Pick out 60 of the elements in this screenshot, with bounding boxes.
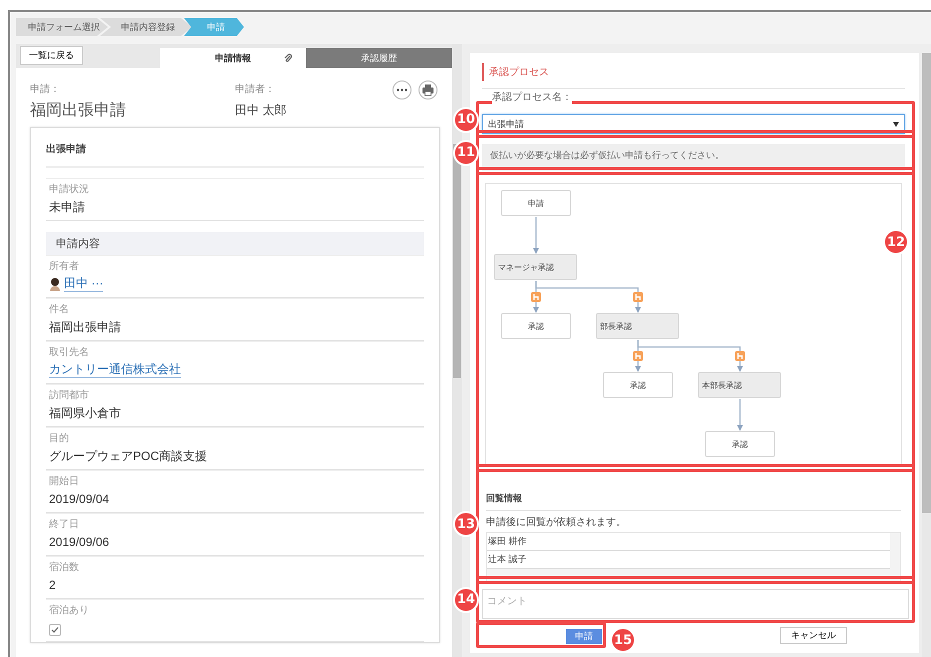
- avatar-icon: [49, 277, 61, 291]
- field-value: 2019/09/06: [49, 535, 110, 550]
- form-title: 出張申請: [46, 128, 424, 168]
- paperclip-icon: [284, 53, 292, 63]
- callout-badge: 12: [883, 229, 909, 255]
- list-item: 塚田 耕作: [487, 533, 890, 551]
- back-button[interactable]: 一覧に戻る: [20, 46, 83, 65]
- more-icon[interactable]: [392, 80, 412, 100]
- comment-field[interactable]: コメント: [482, 589, 909, 619]
- field-label: 申請：: [30, 82, 60, 96]
- field-label: 開始日: [49, 476, 80, 487]
- field-label: 宿泊数: [49, 562, 80, 573]
- field-label: 件名: [49, 304, 70, 315]
- field-label: 所有者: [49, 261, 80, 272]
- section-title: 承認プロセス: [482, 63, 909, 81]
- branch-icon: [633, 351, 643, 361]
- user-link[interactable]: 田中 ···: [64, 276, 104, 292]
- cancel-button[interactable]: キャンセル: [780, 626, 847, 644]
- field-value: 福岡県小倉市: [49, 406, 121, 421]
- field-label: 申請状況: [49, 184, 90, 195]
- field-value: 福岡出張申請: [49, 320, 121, 335]
- process-select[interactable]: 出張申請: [482, 114, 905, 134]
- field-label: 宿泊あり: [49, 605, 90, 616]
- flow-node: 本部長承認: [698, 372, 781, 398]
- submit-button[interactable]: 申請: [566, 629, 602, 644]
- callout-badge: 15: [610, 627, 636, 653]
- tab[interactable]: 申請情報: [160, 48, 306, 68]
- flow-node: マネージャ承認: [494, 254, 577, 280]
- field-label: 訪問都市: [49, 390, 90, 401]
- field-label: 終了日: [49, 519, 80, 530]
- breadcrumb-step[interactable]: 申請フォーム選択: [16, 18, 108, 36]
- field-label: 取引先名: [49, 347, 90, 358]
- field-value: 2: [49, 578, 56, 593]
- account-link[interactable]: カントリー通信株式会社: [49, 362, 181, 378]
- field-value: グループウェアPOC商談支援: [49, 449, 208, 464]
- caret-icon: [893, 122, 899, 126]
- section-header: 申請内容: [46, 232, 424, 255]
- application-title: 福岡出張申請: [30, 100, 126, 121]
- list-item: 辻本 誠子: [487, 551, 890, 569]
- tab[interactable]: 承認履歴: [306, 48, 452, 68]
- field-value: 2019/09/04: [49, 492, 110, 507]
- connector-arrow: [737, 399, 743, 431]
- print-icon[interactable]: [418, 80, 438, 100]
- connector-arrow: [533, 217, 539, 254]
- flow-node: 部長承認: [596, 313, 679, 339]
- branch-icon: [633, 292, 643, 302]
- breadcrumb-step[interactable]: 申請内容登録: [100, 18, 192, 36]
- branch-icon: [735, 351, 745, 361]
- flow-node: 申請: [501, 190, 571, 216]
- description-text: 申請後に回覧が依頼されます。: [486, 516, 627, 529]
- field-label: 承認プロセス名：: [492, 91, 572, 105]
- field-label: 申請者：: [235, 82, 275, 96]
- branch-icon: [531, 292, 541, 302]
- field-value: 未申請: [49, 200, 85, 215]
- flow-node: 承認: [705, 431, 775, 457]
- field-label: 目的: [49, 433, 70, 444]
- flow-node: 承認: [501, 313, 571, 339]
- applicant-name: 田中 太郎: [235, 102, 286, 119]
- section-title: 回覧情報: [486, 488, 901, 511]
- flow-node: 承認: [603, 372, 673, 398]
